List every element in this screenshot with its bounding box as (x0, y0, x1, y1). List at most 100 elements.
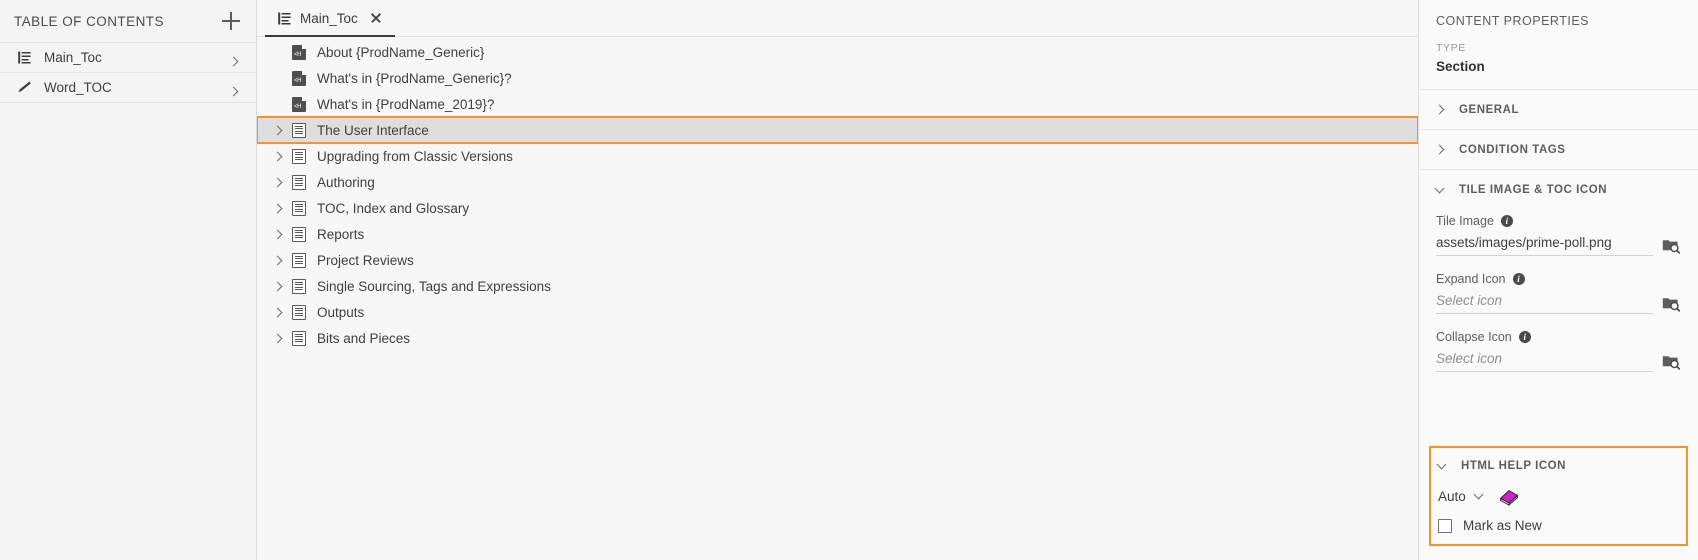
tab-main-toc[interactable]: Main_Toc (265, 0, 395, 37)
chevron-down-icon (1434, 183, 1448, 194)
tree-row-label: Bits and Pieces (317, 330, 411, 346)
tree-row-label: About {ProdName_Generic} (317, 44, 485, 60)
dropdown-value: Auto (1438, 488, 1466, 504)
chevron-right-icon[interactable] (267, 172, 287, 192)
tree-row[interactable]: Authoring (257, 169, 1418, 195)
tree-row[interactable]: <H What's in {ProdName_2019}? (257, 91, 1418, 117)
tree-row[interactable]: <H What's in {ProdName_Generic}? (257, 65, 1418, 91)
tab-label: Main_Toc (300, 10, 358, 26)
browse-folder-icon[interactable] (1661, 235, 1681, 255)
chevron-right-icon[interactable] (267, 224, 287, 244)
sidebar-title: TABLE OF CONTENTS (14, 13, 164, 29)
tree-row-selected[interactable]: The User Interface (257, 116, 1418, 144)
section-icon (289, 198, 309, 218)
type-value: Section (1436, 59, 1485, 74)
toc-lines-icon (275, 9, 293, 27)
tile-image-input[interactable] (1436, 235, 1653, 256)
tree-row[interactable]: Upgrading from Classic Versions (257, 143, 1418, 169)
toc-tree: <H About {ProdName_Generic} <H What's in… (257, 37, 1418, 560)
field-label-row: Expand Icon i (1436, 272, 1681, 286)
chevron-right-icon[interactable] (228, 52, 242, 66)
field-input-row (1436, 235, 1681, 256)
tree-row-label: Single Sourcing, Tags and Expressions (317, 278, 551, 294)
collapse-icon-input[interactable] (1436, 351, 1653, 372)
book-icon[interactable] (1498, 486, 1520, 506)
field-tile-image: Tile Image i (1436, 214, 1681, 256)
tree-row[interactable]: Outputs (257, 299, 1418, 325)
field-label-row: Tile Image i (1436, 214, 1681, 228)
toc-list: Main_Toc Word_TOC (0, 43, 256, 103)
tree-row[interactable]: <H About {ProdName_Generic} (257, 39, 1418, 65)
chevron-right-icon[interactable] (267, 146, 287, 166)
chevron-right-icon[interactable] (267, 276, 287, 296)
info-icon[interactable]: i (1512, 273, 1525, 285)
tree-row[interactable]: Reports (257, 221, 1418, 247)
html-help-icon-section: HTML HELP ICON Auto Mark as New (1429, 446, 1688, 546)
tree-row[interactable]: TOC, Index and Glossary (257, 195, 1418, 221)
mark-as-new-checkbox-row[interactable]: Mark as New (1438, 518, 1679, 533)
section-label: TILE IMAGE & TOC ICON (1459, 184, 1608, 196)
field-label: Expand Icon (1436, 272, 1506, 286)
section-icon (289, 224, 309, 244)
chevron-right-icon[interactable] (267, 120, 287, 140)
tree-row-label: Authoring (317, 174, 375, 190)
section-label: GENERAL (1459, 103, 1520, 116)
chevron-right-icon[interactable] (267, 250, 287, 270)
table-of-contents-sidebar: TABLE OF CONTENTS Main_Toc Word_TOC (0, 0, 257, 560)
field-collapse-icon: Collapse Icon i (1436, 330, 1681, 372)
field-expand-icon: Expand Icon i (1436, 272, 1681, 314)
info-icon[interactable]: i (1500, 215, 1513, 227)
tab-bar: Main_Toc (257, 0, 1418, 37)
plus-icon[interactable] (220, 10, 242, 32)
field-input-row (1436, 293, 1681, 314)
field-label: Collapse Icon (1436, 330, 1512, 344)
html-help-mode-dropdown[interactable]: Auto (1438, 488, 1484, 504)
section-icon (289, 276, 309, 296)
info-icon[interactable]: i (1518, 331, 1531, 343)
section-general[interactable]: GENERAL (1419, 90, 1698, 130)
section-tile-image-toc-icon[interactable]: TILE IMAGE & TOC ICON (1419, 170, 1698, 210)
editor-pane: Main_Toc <H About {ProdName_Generic} <H … (257, 0, 1418, 560)
chevron-right-icon[interactable] (228, 82, 242, 96)
tree-row-label: The User Interface (317, 122, 429, 138)
field-input-row (1436, 351, 1681, 372)
chevron-right-icon[interactable] (267, 302, 287, 322)
section-icon (289, 172, 309, 192)
tree-row-label: Upgrading from Classic Versions (317, 148, 513, 164)
sidebar-item-label: Word_TOC (44, 80, 112, 95)
mark-as-new-label: Mark as New (1463, 518, 1542, 533)
close-icon[interactable] (369, 11, 383, 25)
chevron-down-icon (1436, 459, 1450, 470)
browse-folder-icon[interactable] (1661, 351, 1681, 371)
tree-row[interactable]: Project Reviews (257, 247, 1418, 273)
tree-row-label: Outputs (317, 304, 365, 320)
type-block: TYPE Section (1419, 42, 1698, 90)
sidebar-item-main-toc[interactable]: Main_Toc (0, 43, 256, 73)
field-label: Tile Image (1436, 214, 1494, 228)
browse-folder-icon[interactable] (1661, 293, 1681, 313)
panel-title: CONTENT PROPERTIES (1436, 14, 1590, 28)
application-window: TABLE OF CONTENTS Main_Toc Word_TOC Main… (0, 0, 1698, 560)
tree-row-label: Project Reviews (317, 252, 414, 268)
section-label: CONDITION TAGS (1459, 143, 1566, 156)
html-help-controls-row: Auto (1438, 486, 1679, 506)
tree-row[interactable]: Single Sourcing, Tags and Expressions (257, 273, 1418, 299)
section-icon (289, 120, 309, 140)
tree-row[interactable]: Bits and Pieces (257, 325, 1418, 351)
chevron-right-icon[interactable] (267, 198, 287, 218)
expand-icon-input[interactable] (1436, 293, 1653, 314)
sidebar-header: TABLE OF CONTENTS (0, 0, 256, 43)
type-label: TYPE (1436, 42, 1466, 54)
sidebar-item-label: Main_Toc (44, 50, 102, 65)
section-condition-tags[interactable]: CONDITION TAGS (1419, 130, 1698, 170)
toc-lines-icon (14, 48, 34, 68)
sidebar-item-word-toc[interactable]: Word_TOC (0, 73, 256, 103)
section-label: HTML HELP ICON (1461, 460, 1567, 472)
section-html-help-icon[interactable]: HTML HELP ICON (1431, 448, 1686, 484)
tree-row-label: What's in {ProdName_2019}? (317, 96, 495, 112)
html-topic-icon: <H (289, 42, 309, 62)
chevron-right-icon[interactable] (267, 328, 287, 348)
html-topic-icon: <H (289, 68, 309, 88)
mark-as-new-checkbox[interactable] (1438, 518, 1452, 533)
section-icon (289, 328, 309, 348)
